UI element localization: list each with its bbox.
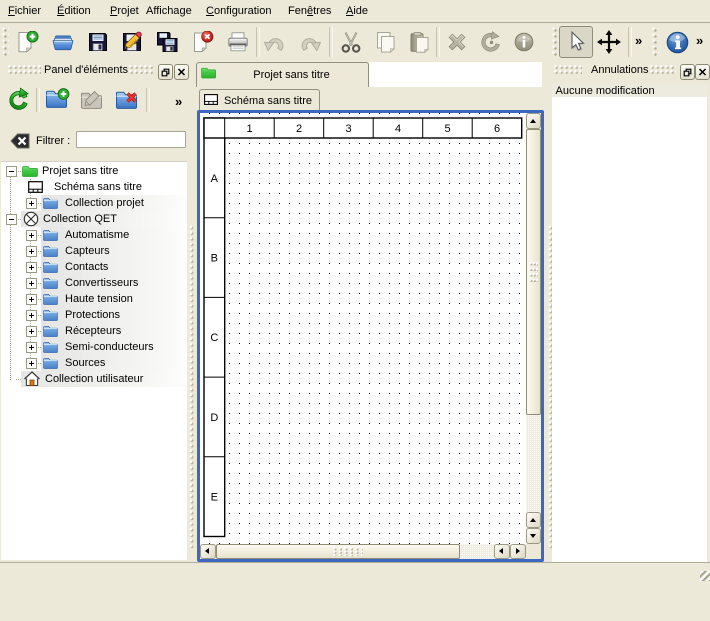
svg-text:B: B xyxy=(211,253,218,265)
svg-text:E: E xyxy=(211,492,218,504)
svg-text:4: 4 xyxy=(395,123,401,135)
svg-text:D: D xyxy=(210,412,218,424)
svg-text:1: 1 xyxy=(246,123,252,135)
svg-text:2: 2 xyxy=(296,123,302,135)
svg-text:6: 6 xyxy=(494,123,500,135)
svg-text:C: C xyxy=(210,332,218,344)
svg-text:3: 3 xyxy=(345,123,351,135)
svg-text:A: A xyxy=(211,173,219,185)
svg-text:5: 5 xyxy=(444,123,450,135)
